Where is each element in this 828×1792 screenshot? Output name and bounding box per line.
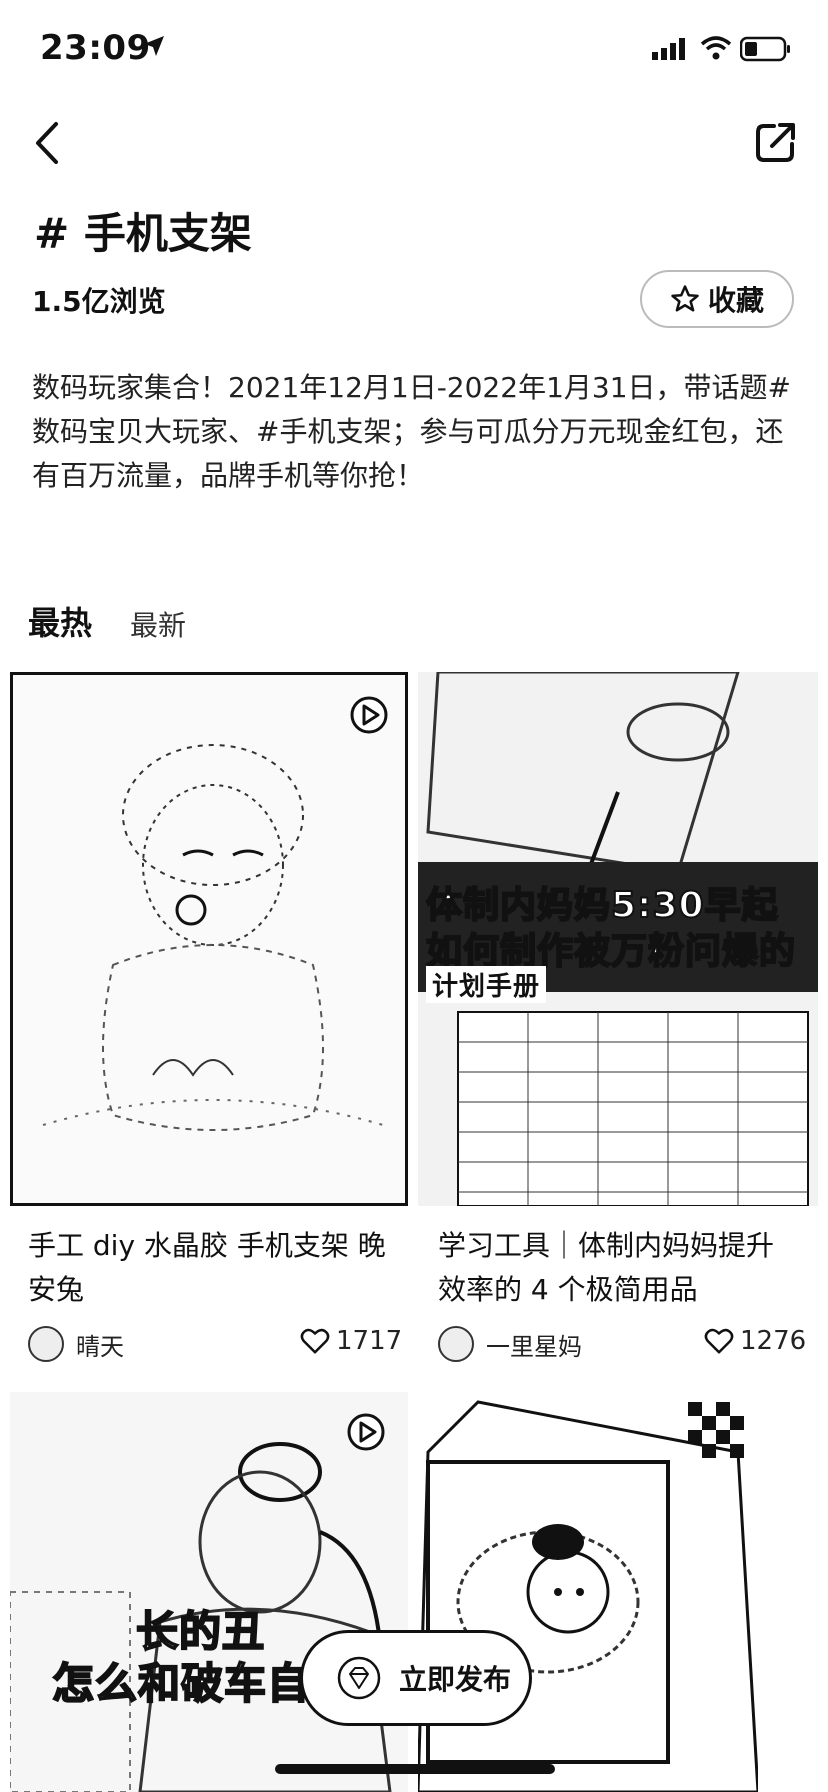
topic-views: 1.5亿浏览 — [32, 285, 166, 318]
signal-icon — [652, 38, 685, 60]
play-icon — [350, 696, 388, 734]
post-overlay-text: 体制内妈妈5:30早起 — [425, 884, 779, 927]
diamond-icon — [337, 1656, 381, 1700]
location-arrow-icon — [144, 36, 164, 56]
post-image-illustration — [10, 1392, 408, 1792]
home-indicator — [275, 1764, 555, 1774]
post-image-illustration — [13, 675, 405, 1203]
heart-icon — [704, 1328, 734, 1354]
author-name: 晴天 — [76, 1332, 124, 1361]
post-title[interactable]: 学习工具｜体制内妈妈提升效率的 4 个极简用品 — [438, 1224, 788, 1312]
topic-description: 数码玩家集合！2021年12月1日-2022年1月31日，带话题#数码宝贝大玩家… — [32, 371, 791, 492]
tab-hot[interactable]: 最热 — [28, 598, 92, 644]
status-time: 23:09 — [40, 28, 151, 68]
avatar — [438, 1326, 474, 1362]
post-author[interactable]: 一里星妈 — [438, 1326, 582, 1362]
topic-title: # 手机支架 — [34, 209, 252, 258]
publish-button[interactable]: 立即发布 — [300, 1630, 532, 1726]
battery-icon — [740, 36, 790, 62]
post-author[interactable]: 晴天 — [28, 1326, 124, 1362]
publish-label: 立即发布 — [399, 1663, 512, 1696]
like-button[interactable]: 1717 — [300, 1326, 402, 1356]
post-title[interactable]: 手工 diy 水晶胶 手机支架 晚安兔 — [28, 1224, 398, 1312]
tab-new[interactable]: 最新 — [130, 604, 186, 644]
back-icon[interactable] — [28, 118, 68, 168]
post-image[interactable] — [10, 672, 408, 1206]
status-bar: 23:09 — [0, 0, 828, 100]
star-icon — [671, 285, 699, 312]
share-icon[interactable] — [752, 118, 800, 166]
favorite-label: 收藏 — [707, 284, 764, 317]
author-name: 一里星妈 — [486, 1332, 582, 1361]
post-image[interactable]: 体制内妈妈5:30早起 如何制作被万粉问爆的 计划手册 — [418, 672, 818, 1206]
heart-icon — [300, 1328, 330, 1354]
post-image[interactable] — [418, 1392, 758, 1792]
wifi-icon — [700, 36, 732, 60]
post-overlay-text: 怎么和破车自 — [51, 1658, 311, 1709]
favorite-button[interactable]: 收藏 — [640, 270, 794, 328]
like-count: 1276 — [740, 1326, 807, 1356]
like-button[interactable]: 1276 — [704, 1326, 806, 1356]
post-overlay-text: 计划手册 — [426, 966, 547, 1003]
avatar — [28, 1326, 64, 1362]
post-image-illustration — [418, 1392, 758, 1792]
play-icon — [347, 1413, 385, 1451]
like-count: 1717 — [336, 1326, 403, 1356]
post-image[interactable]: 长的丑 怎么和破车自 — [10, 1392, 408, 1792]
